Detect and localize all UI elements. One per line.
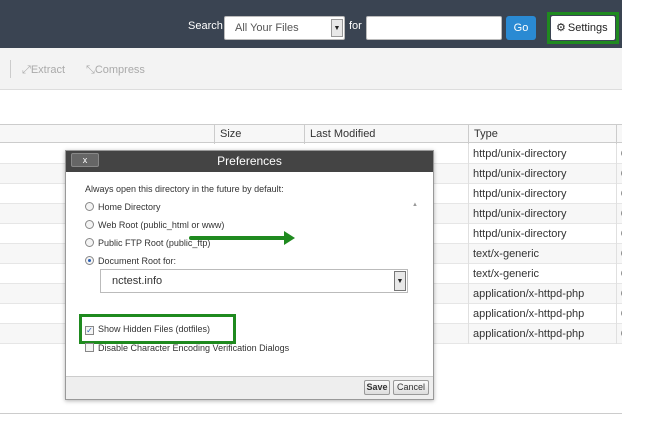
- permissions-cell: 0: [616, 304, 622, 324]
- scroll-up-icon[interactable]: ▲: [412, 202, 418, 208]
- radio-icon[interactable]: [85, 202, 94, 211]
- radio-icon[interactable]: [85, 238, 94, 247]
- column-header-last-modified[interactable]: Last Modified: [304, 125, 468, 144]
- annotation-arrow-shaft: [189, 236, 287, 240]
- default-directory-label: Always open this directory in the future…: [85, 184, 284, 194]
- extract-label: Extract: [30, 64, 66, 76]
- extract-icon: ⤢: [22, 64, 31, 76]
- domain-value: nctest.info: [112, 275, 163, 287]
- radio-icon[interactable]: [85, 220, 94, 229]
- checkbox-label: Show Hidden Files (dotfiles): [98, 324, 211, 334]
- search-scope-select[interactable]: All Your Files ▼: [224, 16, 345, 40]
- permissions-cell: 0: [616, 264, 622, 284]
- go-button[interactable]: Go: [506, 16, 536, 40]
- radio-label: Web Root (public_html or www): [98, 220, 225, 230]
- chevron-down-icon: ▼: [394, 271, 406, 291]
- save-button[interactable]: Save: [364, 380, 390, 395]
- radio-home-directory[interactable]: Home Directory: [85, 202, 161, 212]
- chevron-down-icon: ▼: [331, 19, 343, 37]
- permissions-cell: 0: [616, 224, 622, 244]
- gear-icon: ⚙: [556, 22, 566, 34]
- dialog-scrollbar[interactable]: ▲ ▼: [409, 202, 423, 384]
- dialog-body: Always open this directory in the future…: [66, 172, 433, 384]
- radio-label: Home Directory: [98, 202, 161, 212]
- type-cell: text/x-generic: [468, 244, 616, 264]
- type-cell: application/x-httpd-php: [468, 304, 616, 324]
- compress-icon: ⤡: [86, 64, 95, 76]
- dialog-title: Preferences: [66, 151, 433, 172]
- search-label: Search: [188, 20, 223, 32]
- radio-icon-selected[interactable]: [85, 256, 94, 265]
- type-cell: httpd/unix-directory: [468, 144, 616, 164]
- checkbox-label: Disable Character Encoding Verification …: [98, 343, 290, 353]
- settings-label: Settings: [567, 22, 608, 34]
- cancel-button[interactable]: Cancel: [393, 380, 429, 395]
- annotation-arrow-icon: [284, 231, 295, 245]
- type-cell: httpd/unix-directory: [468, 184, 616, 204]
- document-root-domain-select[interactable]: nctest.info ▼: [100, 269, 408, 293]
- file-table-header: Size Last Modified Type P: [0, 124, 622, 144]
- type-cell: application/x-httpd-php: [468, 284, 616, 304]
- checkbox-icon[interactable]: [85, 343, 94, 352]
- permissions-cell: 0: [616, 144, 622, 164]
- type-cell: application/x-httpd-php: [468, 324, 616, 344]
- file-toolbar: ⤢Extract ⤡Compress: [0, 48, 622, 90]
- column-header-size[interactable]: Size: [214, 125, 304, 144]
- preferences-dialog: Preferences x Always open this directory…: [65, 150, 434, 400]
- search-scope-value: All Your Files: [235, 22, 299, 34]
- checkbox-show-hidden-files[interactable]: ✓ Show Hidden Files (dotfiles): [85, 324, 210, 335]
- permissions-cell: 0: [616, 324, 622, 344]
- type-cell: httpd/unix-directory: [468, 204, 616, 224]
- compress-button[interactable]: ⤡Compress: [86, 64, 145, 77]
- permissions-cell: 0: [616, 184, 622, 204]
- toolbar-divider: [10, 60, 11, 78]
- permissions-cell: 0: [616, 244, 622, 264]
- radio-document-root[interactable]: Document Root for:: [85, 256, 176, 266]
- dialog-footer: Save Cancel: [66, 376, 433, 399]
- compress-label: Compress: [94, 64, 145, 76]
- column-header-type[interactable]: Type: [468, 125, 616, 144]
- extract-button[interactable]: ⤢Extract: [22, 64, 65, 77]
- search-input[interactable]: [366, 16, 502, 40]
- settings-button[interactable]: ⚙ Settings: [551, 16, 615, 40]
- close-button[interactable]: x: [71, 153, 99, 167]
- checkbox-checked-icon[interactable]: ✓: [85, 326, 94, 335]
- type-cell: text/x-generic: [468, 264, 616, 284]
- for-label: for: [349, 20, 362, 32]
- top-search-bar: Search All Your Files ▼ for Go: [0, 0, 622, 48]
- permissions-cell: 0: [616, 164, 622, 184]
- radio-label: Document Root for:: [98, 256, 177, 266]
- table-bottom-divider: [0, 413, 622, 414]
- checkbox-disable-encoding-dialogs[interactable]: Disable Character Encoding Verification …: [85, 343, 289, 353]
- radio-web-root[interactable]: Web Root (public_html or www): [85, 220, 224, 230]
- permissions-cell: 0: [616, 284, 622, 304]
- type-cell: httpd/unix-directory: [468, 164, 616, 184]
- column-header-permissions[interactable]: P: [616, 125, 622, 144]
- permissions-cell: 0: [616, 204, 622, 224]
- type-cell: httpd/unix-directory: [468, 224, 616, 244]
